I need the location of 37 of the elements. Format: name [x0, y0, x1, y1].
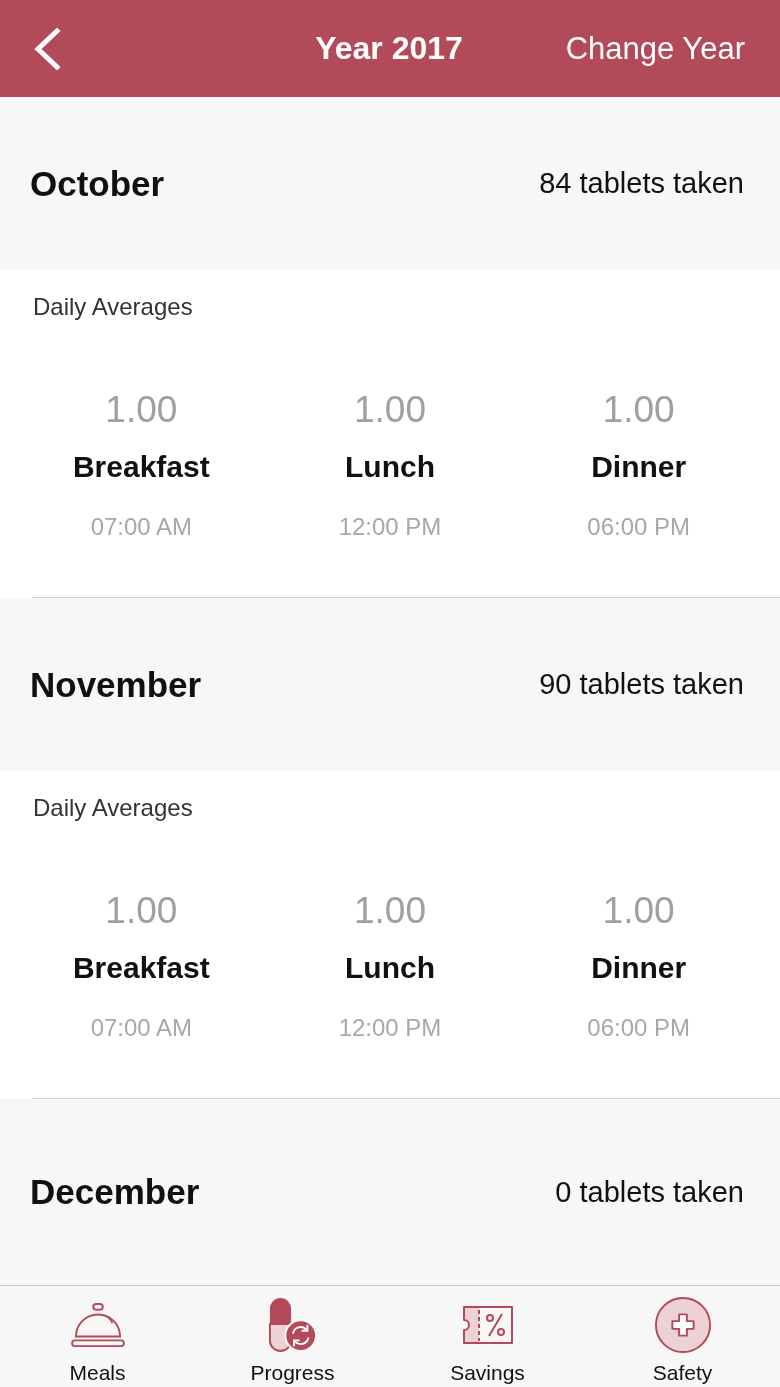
meal-name: Lunch — [345, 449, 435, 485]
plus-circle-icon — [653, 1296, 712, 1354]
tablet-count: 0 tablets taken — [555, 1175, 744, 1209]
average-value: 1.00 — [105, 891, 178, 931]
tab-item[interactable]: Savings — [390, 1286, 585, 1387]
pill-refresh-icon — [267, 1297, 318, 1353]
ticket-icon — [460, 1305, 515, 1345]
tab-item[interactable]: Meals — [0, 1286, 195, 1387]
average-value: 1.00 — [602, 390, 675, 430]
average-value: 1.00 — [602, 891, 675, 931]
meal-name: Dinner — [591, 950, 687, 986]
back-icon[interactable] — [33, 27, 61, 70]
average-value: 1.00 — [105, 390, 178, 430]
meal-name: Breakfast — [72, 449, 210, 485]
tablet-count: 90 tablets taken — [539, 668, 744, 701]
average-value: 1.00 — [354, 390, 426, 430]
averages-label: Daily Averages — [32, 292, 194, 322]
averages-label: Daily Averages — [32, 793, 194, 823]
meal-name: Breakfast — [72, 950, 210, 986]
tab-item[interactable]: Progress — [195, 1286, 390, 1387]
month-name: October — [30, 163, 165, 204]
tablet-count: 84 tablets taken — [539, 167, 744, 200]
month-name: December — [30, 1172, 200, 1212]
change-year-button[interactable]: Change Year — [565, 30, 745, 67]
average-value: 1.00 — [354, 891, 426, 931]
meal-time: 12:00 PM — [338, 512, 442, 542]
meal-name: Dinner — [591, 449, 687, 485]
meal-time: 12:00 PM — [338, 1013, 442, 1043]
meal-time: 06:00 PM — [587, 512, 691, 542]
meal-time: 06:00 PM — [587, 1013, 691, 1043]
cloche-icon — [69, 1302, 126, 1348]
meal-time: 07:00 AM — [90, 512, 193, 542]
header-title: Year 2017 — [315, 30, 463, 67]
meal-name: Lunch — [345, 950, 435, 986]
month-name: November — [30, 664, 202, 705]
tab-item[interactable]: Safety — [585, 1286, 780, 1387]
meal-time: 07:00 AM — [90, 1013, 193, 1043]
